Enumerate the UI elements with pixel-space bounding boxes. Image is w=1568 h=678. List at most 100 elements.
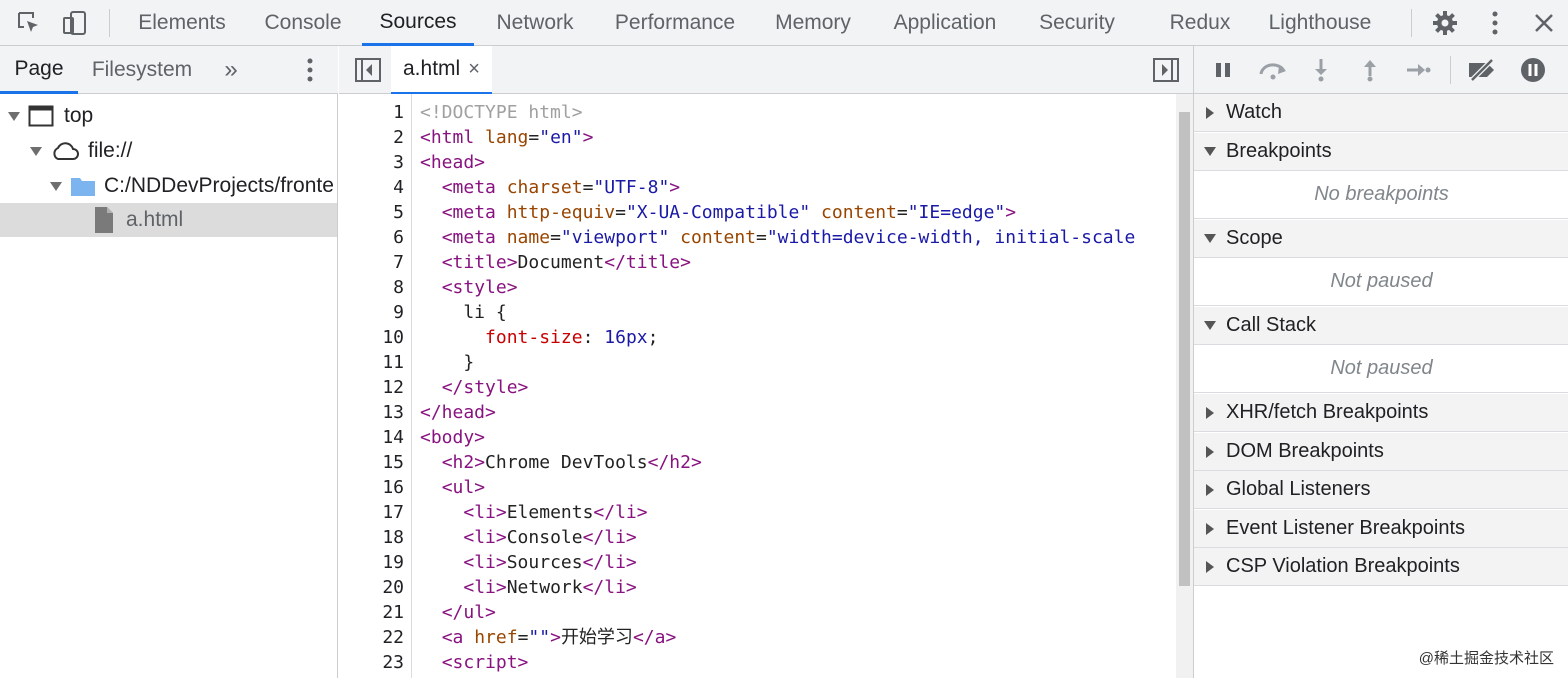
editor-tabbar: a.html × [339, 46, 1193, 94]
code-line: <head> [420, 150, 485, 175]
code-token: ; [647, 327, 659, 348]
code-token: li { [420, 302, 507, 323]
tab-security[interactable]: Security [1026, 0, 1128, 46]
code-token: name [506, 227, 551, 248]
tree-item-folder[interactable]: C:/NDDevProjects/fronte [0, 169, 337, 203]
line-number[interactable]: 5 [344, 200, 404, 225]
pane-title-label: Watch [1226, 101, 1282, 123]
step-over-icon[interactable] [1256, 46, 1290, 94]
tree-item-file-origin[interactable]: file:// [0, 134, 337, 168]
line-number[interactable]: 14 [344, 425, 404, 450]
expand-arrow-icon[interactable] [30, 146, 42, 156]
line-number[interactable]: 6 [344, 225, 404, 250]
tab-network[interactable]: Network [482, 0, 588, 46]
expand-arrow-icon[interactable] [8, 111, 20, 121]
line-number[interactable]: 15 [344, 450, 404, 475]
pane-title-label: CSP Violation Breakpoints [1226, 555, 1460, 577]
line-number[interactable]: 21 [344, 600, 404, 625]
tree-item-file[interactable]: a.html [0, 203, 337, 237]
call-stack-not-paused-message: Not paused [1194, 345, 1568, 393]
inspect-element-icon[interactable] [12, 0, 46, 46]
expanded-arrow-icon [1204, 147, 1216, 156]
code-area[interactable]: <!DOCTYPE html> <html lang="en"> <head> <m… [420, 94, 1176, 678]
code-token: Chrome DevTools [485, 452, 648, 473]
settings-gear-icon[interactable] [1428, 0, 1462, 46]
code-line: <li>Elements</li> [420, 500, 647, 525]
step-into-icon[interactable] [1306, 46, 1336, 94]
pane-event-listener-breakpoints[interactable]: Event Listener Breakpoints [1194, 510, 1568, 548]
deactivate-breakpoints-icon[interactable] [1464, 46, 1500, 94]
pane-global-listeners[interactable]: Global Listeners [1194, 471, 1568, 509]
line-number[interactable]: 1 [344, 100, 404, 125]
close-icon[interactable] [1527, 0, 1561, 46]
tab-redux[interactable]: Redux [1160, 0, 1240, 46]
step-out-icon[interactable] [1355, 46, 1385, 94]
pause-on-exceptions-icon[interactable] [1516, 46, 1550, 94]
close-tab-icon[interactable]: × [468, 58, 480, 81]
line-number[interactable]: 19 [344, 550, 404, 575]
step-icon[interactable] [1402, 46, 1434, 94]
pane-xhr-fetch-breakpoints[interactable]: XHR/fetch Breakpoints [1194, 394, 1568, 432]
line-number-gutter[interactable]: 1 2 3 4 5 6 7 8 9 10 11 12 13 14 15 16 17 18 19 20 21 22 23 [339, 94, 412, 678]
line-number[interactable]: 11 [344, 350, 404, 375]
toggle-navigator-icon[interactable] [355, 58, 381, 87]
code-line: <meta charset="UTF-8"> [420, 175, 680, 200]
toolbar-divider [1411, 9, 1412, 37]
editor-scrollbar[interactable] [1176, 94, 1193, 678]
line-number[interactable]: 20 [344, 575, 404, 600]
line-number[interactable]: 18 [344, 525, 404, 550]
code-token: = [896, 202, 908, 223]
line-number[interactable]: 17 [344, 500, 404, 525]
line-number[interactable]: 13 [344, 400, 404, 425]
tab-sources[interactable]: Sources [362, 0, 474, 46]
nav-tab-page[interactable]: Page [0, 46, 78, 94]
nav-tab-filesystem[interactable]: Filesystem [84, 46, 200, 94]
line-number[interactable]: 23 [344, 650, 404, 675]
line-number[interactable]: 7 [344, 250, 404, 275]
code-token: <a [441, 627, 475, 648]
scrollbar-thumb[interactable] [1179, 112, 1190, 586]
editor-tab-a-html[interactable]: a.html × [391, 46, 492, 94]
line-number[interactable]: 16 [344, 475, 404, 500]
debugger-sidebar: Watch Breakpoints No breakpoints Scope N… [1193, 46, 1568, 678]
tab-lighthouse[interactable]: Lighthouse [1256, 0, 1384, 46]
navigator-menu-icon[interactable] [296, 46, 324, 94]
toggle-debugger-icon[interactable] [1153, 58, 1179, 87]
line-number[interactable]: 22 [344, 625, 404, 650]
line-number[interactable]: 2 [344, 125, 404, 150]
tree-item-top[interactable]: top [0, 99, 337, 133]
line-number[interactable]: 8 [344, 275, 404, 300]
navigator-panel: Page Filesystem » top file:// C:/NDDevPr… [0, 46, 338, 678]
tab-performance[interactable]: Performance [602, 0, 748, 46]
code-token: = [582, 177, 594, 198]
code-token: </li> [582, 527, 637, 548]
code-line: <a href="">开始学习</a> [420, 625, 677, 650]
code-token: <!DOCTYPE html> [420, 102, 583, 123]
pane-scope[interactable]: Scope [1194, 220, 1568, 258]
device-toolbar-icon[interactable] [58, 0, 92, 46]
pane-csp-violation-breakpoints[interactable]: CSP Violation Breakpoints [1194, 548, 1568, 586]
pane-breakpoints[interactable]: Breakpoints [1194, 133, 1568, 171]
line-number[interactable]: 3 [344, 150, 404, 175]
line-number[interactable]: 4 [344, 175, 404, 200]
tab-application[interactable]: Application [878, 0, 1012, 46]
pause-icon[interactable] [1208, 46, 1238, 94]
more-vert-icon[interactable] [1478, 0, 1512, 46]
line-number[interactable]: 12 [344, 375, 404, 400]
expand-arrow-icon[interactable] [50, 181, 62, 191]
tab-memory[interactable]: Memory [762, 0, 864, 46]
pane-call-stack[interactable]: Call Stack [1194, 307, 1568, 345]
code-token: "width=device-width, initial-scale [766, 227, 1136, 248]
pane-watch[interactable]: Watch [1194, 94, 1568, 132]
tab-elements[interactable]: Elements [126, 0, 238, 46]
line-number[interactable]: 9 [344, 300, 404, 325]
line-number[interactable]: 10 [344, 325, 404, 350]
scope-not-paused-message: Not paused [1194, 258, 1568, 306]
collapsed-arrow-icon [1206, 522, 1214, 535]
pane-dom-breakpoints[interactable]: DOM Breakpoints [1194, 433, 1568, 471]
pane-title-label: Scope [1226, 227, 1283, 249]
tab-console[interactable]: Console [252, 0, 354, 46]
more-tabs-chevron-icon[interactable]: » [212, 46, 250, 94]
